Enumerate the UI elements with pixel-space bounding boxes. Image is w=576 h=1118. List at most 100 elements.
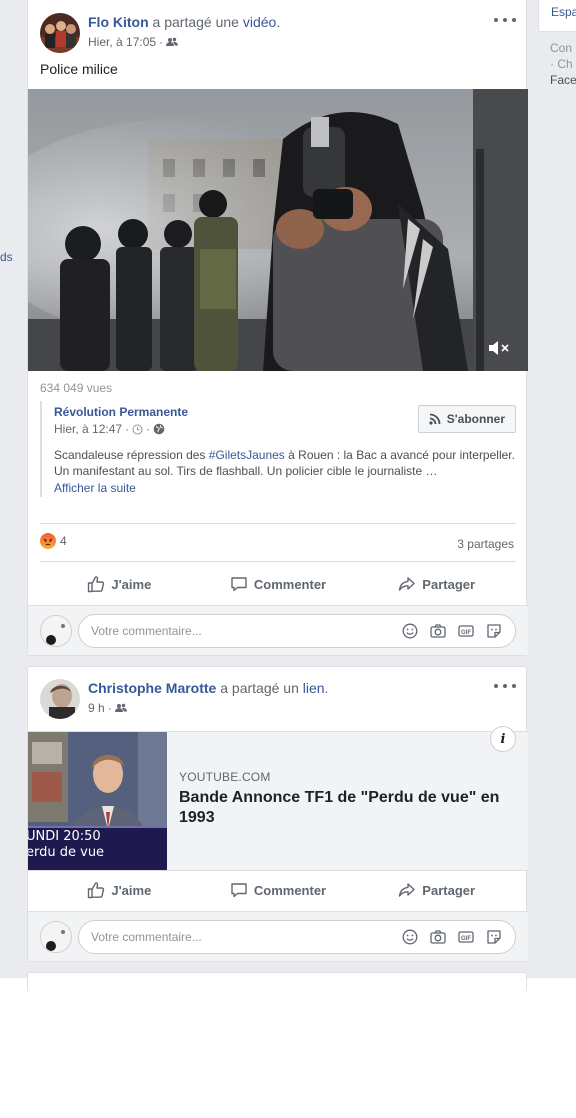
action-suffix: . bbox=[324, 680, 329, 696]
meta-separator: · bbox=[107, 701, 112, 715]
subscribe-label: S'abonner bbox=[446, 412, 505, 426]
share-button[interactable]: Partager bbox=[357, 565, 516, 603]
post-meta: 9 h · bbox=[88, 701, 127, 715]
subscribe-button[interactable]: S'abonner bbox=[417, 405, 516, 433]
author-line: Flo Kiton a partagé une vidéo. bbox=[88, 14, 280, 30]
post-card: Flo Kiton a partagé une vidéo. Hier, à 1… bbox=[27, 0, 528, 656]
user-avatar[interactable] bbox=[40, 921, 72, 953]
post-meta: Hier, à 17:05 · bbox=[88, 35, 179, 49]
meta-separator: · bbox=[125, 422, 130, 436]
post-header: Flo Kiton a partagé une vidéo. Hier, à 1… bbox=[40, 13, 516, 53]
post-actions: J'aime Commenter Partager bbox=[40, 871, 516, 909]
meta-separator: · bbox=[146, 422, 151, 436]
globe-icon[interactable] bbox=[153, 423, 165, 435]
avatar[interactable] bbox=[40, 13, 80, 53]
emoji-icon[interactable] bbox=[401, 928, 419, 946]
video-player[interactable] bbox=[28, 89, 528, 371]
video-view-count: 634 049 vues bbox=[40, 381, 113, 395]
svg-text:GIF: GIF bbox=[461, 936, 471, 942]
share-arrow-icon bbox=[399, 883, 415, 897]
friends-audience-icon[interactable] bbox=[114, 703, 127, 713]
footer-line: Face bbox=[550, 73, 576, 87]
thumb-caption-line: erdu de vue bbox=[28, 845, 104, 860]
shared-text-before: Scandaleuse répression des bbox=[54, 448, 209, 462]
author-line: Christophe Marotte a partagé un lien. bbox=[88, 680, 328, 696]
gif-icon[interactable]: GIF bbox=[457, 622, 475, 640]
action-link[interactable]: vidéo bbox=[243, 14, 276, 30]
author-name[interactable]: Christophe Marotte bbox=[88, 680, 216, 696]
comment-tools: GIF bbox=[401, 928, 503, 946]
post-card-partial bbox=[27, 972, 527, 992]
comment-button[interactable]: Commenter bbox=[199, 871, 358, 909]
gif-icon[interactable]: GIF bbox=[457, 928, 475, 946]
left-nav-fragment[interactable]: ds bbox=[0, 250, 13, 264]
friends-audience-icon[interactable] bbox=[166, 37, 179, 47]
share-label: Partager bbox=[422, 882, 476, 898]
sticker-icon[interactable] bbox=[485, 622, 503, 640]
avatar[interactable] bbox=[40, 679, 80, 719]
action-link[interactable]: lien bbox=[303, 680, 325, 696]
post-actions: J'aime Commenter Partager bbox=[40, 565, 516, 603]
camera-icon[interactable] bbox=[429, 622, 447, 640]
shared-post-timestamp[interactable]: Hier, à 12:47 bbox=[54, 422, 122, 436]
comment-placeholder: Votre commentaire... bbox=[91, 624, 202, 638]
share-arrow-icon bbox=[399, 577, 415, 591]
comment-tools: GIF bbox=[401, 622, 503, 640]
post-card: Christophe Marotte a partagé un lien. 9 … bbox=[27, 666, 528, 962]
reaction-count: 4 bbox=[60, 534, 67, 548]
link-thumbnail[interactable]: UNDI 20:50 erdu de vue bbox=[28, 732, 167, 870]
angry-reaction-icon bbox=[40, 533, 56, 549]
comment-placeholder: Votre commentaire... bbox=[91, 930, 202, 944]
footer-line[interactable]: · Ch bbox=[550, 56, 576, 72]
like-button[interactable]: J'aime bbox=[40, 565, 199, 603]
author-name[interactable]: Flo Kiton bbox=[88, 14, 149, 30]
shared-post: Révolution Permanente Hier, à 12:47 · · … bbox=[40, 401, 516, 497]
right-footer-links: Con · Ch Face bbox=[550, 40, 576, 88]
more-options-icon[interactable] bbox=[494, 679, 516, 693]
post-text: Police milice bbox=[40, 61, 118, 77]
meta-separator: · bbox=[159, 35, 164, 49]
svg-text:GIF: GIF bbox=[461, 630, 471, 636]
comment-label: Commenter bbox=[253, 576, 327, 592]
like-button[interactable]: J'aime bbox=[40, 871, 199, 909]
shared-post-meta: Hier, à 12:47 · · bbox=[54, 422, 165, 436]
action-prefix: a partagé un bbox=[220, 680, 299, 696]
divider bbox=[40, 523, 516, 524]
comment-input[interactable]: Votre commentaire... GIF bbox=[78, 614, 516, 648]
emoji-icon[interactable] bbox=[401, 622, 419, 640]
user-avatar[interactable] bbox=[40, 615, 72, 647]
comment-bubble-icon bbox=[231, 577, 247, 592]
link-preview[interactable]: UNDI 20:50 erdu de vue YOUTUBE.COM Bande… bbox=[28, 726, 528, 871]
rss-icon bbox=[429, 413, 441, 425]
comment-button[interactable]: Commenter bbox=[199, 565, 358, 603]
camera-icon[interactable] bbox=[429, 928, 447, 946]
link-title[interactable]: Bande Annonce TF1 de "Perdu de vue" en 1… bbox=[179, 788, 509, 828]
post-header: Christophe Marotte a partagé un lien. 9 … bbox=[40, 679, 516, 719]
comment-label: Commenter bbox=[253, 882, 327, 898]
share-label: Partager bbox=[422, 576, 476, 592]
shares-count[interactable]: 3 partages bbox=[457, 537, 514, 551]
shared-page-name[interactable]: Révolution Permanente bbox=[54, 405, 188, 419]
thumbs-up-icon bbox=[88, 882, 105, 899]
post-timestamp[interactable]: 9 h bbox=[88, 701, 105, 715]
right-column: Espa Con · Ch Face bbox=[538, 0, 576, 978]
share-button[interactable]: Partager bbox=[357, 871, 516, 909]
info-icon[interactable]: i bbox=[490, 726, 516, 752]
divider bbox=[40, 561, 516, 562]
sticker-icon[interactable] bbox=[485, 928, 503, 946]
thumb-caption-line: UNDI 20:50 bbox=[28, 829, 101, 844]
like-label: J'aime bbox=[111, 882, 152, 898]
action-suffix: . bbox=[276, 14, 281, 30]
right-column-box[interactable]: Espa bbox=[538, 0, 576, 32]
clock-icon bbox=[132, 424, 143, 434]
hashtag-link[interactable]: #GiletsJaunes bbox=[209, 448, 285, 462]
post-timestamp[interactable]: Hier, à 17:05 bbox=[88, 35, 156, 49]
more-options-icon[interactable] bbox=[494, 13, 516, 27]
comment-input[interactable]: Votre commentaire... GIF bbox=[78, 920, 516, 954]
reactions-summary[interactable]: 4 bbox=[40, 533, 67, 549]
footer-line[interactable]: Con bbox=[550, 40, 576, 56]
see-more-link[interactable]: Afficher la suite bbox=[54, 481, 136, 495]
comment-composer: Votre commentaire... GIF bbox=[28, 911, 528, 961]
link-domain: YOUTUBE.COM bbox=[179, 770, 271, 784]
mute-icon[interactable] bbox=[488, 339, 510, 357]
